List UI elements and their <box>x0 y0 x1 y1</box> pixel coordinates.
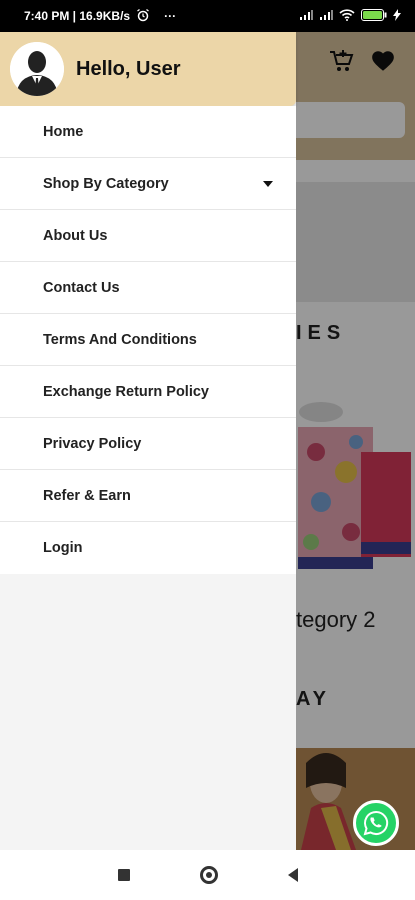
menu-item-label: Refer & Earn <box>43 487 131 504</box>
menu-item-shop-by-category[interactable]: Shop By Category <box>0 158 296 210</box>
back-triangle-icon[interactable] <box>287 868 298 882</box>
whatsapp-icon[interactable] <box>353 800 399 846</box>
menu-item-terms[interactable]: Terms And Conditions <box>0 314 296 366</box>
menu-item-label: Privacy Policy <box>43 435 142 452</box>
wifi-icon <box>339 8 355 24</box>
home-circle-icon[interactable] <box>199 866 218 884</box>
menu-item-label: Contact Us <box>43 279 120 296</box>
status-time: 7:40 PM | 16.9KB/s <box>24 9 131 23</box>
signal-icon <box>319 9 333 24</box>
menu-item-label: Terms And Conditions <box>43 331 197 348</box>
status-bar: 7:40 PM | 16.9KB/s ··· <box>0 0 415 32</box>
recents-square-icon[interactable] <box>117 869 130 881</box>
menu-item-login[interactable]: Login <box>0 522 296 574</box>
menu-item-about-us[interactable]: About Us <box>0 210 296 262</box>
user-avatar-icon[interactable] <box>10 42 64 96</box>
caret-down-icon[interactable] <box>262 177 274 191</box>
menu-item-label: Exchange Return Policy <box>43 383 209 400</box>
alarm-icon <box>136 8 150 25</box>
system-nav-bar <box>0 850 415 900</box>
menu-item-exchange-return-policy[interactable]: Exchange Return Policy <box>0 366 296 418</box>
status-more-dots: ··· <box>164 9 177 23</box>
menu-item-label: Shop By Category <box>43 175 169 192</box>
user-greeting: Hello, User <box>76 57 181 80</box>
menu-item-label: About Us <box>43 227 108 244</box>
drawer-header: Hello, User <box>0 32 296 106</box>
menu-item-home[interactable]: Home <box>0 106 296 158</box>
menu-item-privacy-policy[interactable]: Privacy Policy <box>0 418 296 470</box>
menu-item-label: Login <box>43 540 83 556</box>
menu-item-label: Home <box>43 123 84 140</box>
signal-icon <box>299 9 313 24</box>
charging-icon <box>393 8 401 24</box>
battery-icon <box>361 8 387 24</box>
menu-item-contact-us[interactable]: Contact Us <box>0 262 296 314</box>
drawer-menu: Home Shop By Category About Us Contact U… <box>0 106 296 574</box>
menu-item-refer-earn[interactable]: Refer & Earn <box>0 470 296 522</box>
navigation-drawer: Hello, User Home Shop By Category About … <box>0 32 296 850</box>
